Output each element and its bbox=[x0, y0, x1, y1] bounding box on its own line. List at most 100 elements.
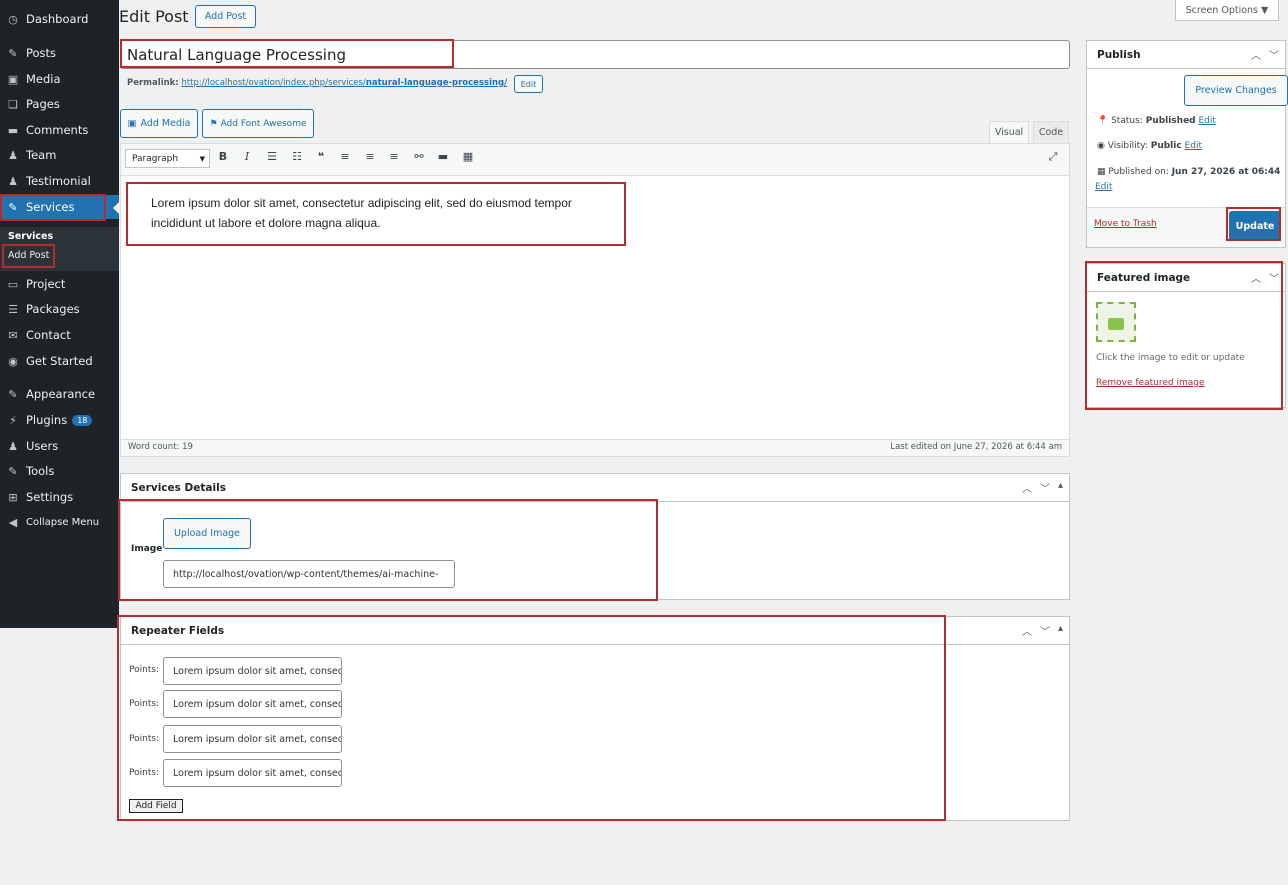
menu-label: Testimonial bbox=[26, 174, 91, 188]
repeater-header: Repeater Fields bbox=[121, 617, 1069, 645]
menu-users[interactable]: ♟ Users bbox=[0, 434, 119, 458]
menu-packages[interactable]: ☰ Packages bbox=[0, 297, 119, 321]
blockquote-icon[interactable]: ❝ bbox=[314, 150, 328, 163]
link-icon[interactable]: ⚯ bbox=[412, 150, 426, 163]
upload-image-button[interactable]: Upload Image bbox=[163, 518, 251, 549]
menu-plugins[interactable]: ⚡ Plugins 18 bbox=[0, 408, 119, 432]
image-url-input[interactable]: http://localhost/ovation/wp-content/them… bbox=[163, 560, 455, 588]
format-select[interactable]: Paragraph ▼ bbox=[125, 149, 210, 168]
services-details-header: Services Details bbox=[121, 474, 1069, 502]
menu-label: Media bbox=[26, 72, 61, 86]
permalink-base: http://localhost/ovation/index.php/servi… bbox=[181, 78, 366, 88]
arrow-up-icon[interactable]: ▴ bbox=[1058, 623, 1063, 638]
add-field-button[interactable]: Add Field bbox=[129, 799, 183, 813]
menu-collapse[interactable]: ◀ Collapse Menu bbox=[0, 510, 119, 534]
align-left-icon[interactable]: ≡ bbox=[338, 150, 352, 163]
status-value: Published bbox=[1145, 116, 1196, 126]
permalink-edit-button[interactable]: Edit bbox=[514, 75, 543, 93]
packages-icon: ☰ bbox=[8, 302, 18, 316]
menu-label: Get Started bbox=[26, 354, 93, 368]
move-to-trash-link[interactable]: Move to Trash bbox=[1094, 219, 1157, 229]
visibility-row: ◉ Visibility: Public Edit bbox=[1097, 141, 1202, 151]
menu-dashboard[interactable]: ◷ Dashboard bbox=[0, 7, 119, 31]
team-icon: ♟ bbox=[8, 148, 18, 162]
preview-changes-button[interactable]: Preview Changes bbox=[1184, 75, 1288, 106]
point-input-1[interactable]: Lorem ipsum dolor sit amet, consectetur bbox=[163, 657, 342, 685]
admin-sidebar: ◷ Dashboard ✎ Posts ▣ Media ❏ Pages ▬ Comment… bbox=[0, 0, 119, 628]
point-label: Points: bbox=[129, 768, 160, 778]
menu-get-started[interactable]: ◉ Get Started bbox=[0, 349, 119, 373]
italic-icon[interactable]: I bbox=[240, 150, 254, 163]
menu-contact[interactable]: ✉ Contact bbox=[0, 323, 119, 347]
menu-services[interactable]: ✎ Services bbox=[0, 195, 119, 219]
point-input-2[interactable]: Lorem ipsum dolor sit amet, consectetur bbox=[163, 690, 342, 718]
visibility-edit-link[interactable]: Edit bbox=[1185, 141, 1202, 151]
permalink-link[interactable]: http://localhost/ovation/index.php/servi… bbox=[181, 78, 507, 88]
numbered-list-icon[interactable]: ☷ bbox=[290, 150, 304, 163]
plugin-icon: ⚡ bbox=[9, 413, 17, 427]
screen-options-button[interactable]: Screen Options ▼ bbox=[1175, 0, 1279, 21]
toolbar-toggle-icon[interactable]: ▦ bbox=[461, 150, 475, 163]
menu-testimonial[interactable]: ♟ Testimonial bbox=[0, 169, 119, 193]
services-details-title: Services Details bbox=[131, 481, 226, 494]
status-edit-link[interactable]: Edit bbox=[1199, 116, 1216, 126]
chevron-up-icon[interactable]: ︿ bbox=[1251, 47, 1261, 62]
bullet-list-icon[interactable]: ☰ bbox=[265, 150, 279, 163]
align-right-icon[interactable]: ≡ bbox=[387, 150, 401, 163]
chevron-down-icon[interactable]: ﹀ bbox=[1040, 623, 1050, 638]
featured-image-box: Featured image ︿ ﹀ Click the image to edi… bbox=[1086, 263, 1286, 408]
menu-pages[interactable]: ❏ Pages bbox=[0, 92, 119, 116]
menu-tools[interactable]: ✎ Tools bbox=[0, 459, 119, 483]
menu-team[interactable]: ♟ Team bbox=[0, 143, 119, 167]
point-label: Points: bbox=[129, 699, 160, 709]
menu-label: Settings bbox=[26, 490, 74, 504]
add-font-awesome-button[interactable]: ⚑ Add Font Awesome bbox=[202, 109, 314, 138]
update-button[interactable]: Update bbox=[1229, 211, 1281, 241]
tab-code[interactable]: Code bbox=[1033, 121, 1069, 143]
repeater-title: Repeater Fields bbox=[131, 624, 225, 637]
editor-area: Paragraph ▼ Lorem ipsum dolor sit amet, c… bbox=[120, 143, 1070, 457]
point-input-3[interactable]: Lorem ipsum dolor sit amet, consectetur bbox=[163, 725, 342, 753]
menu-label: Appearance bbox=[26, 387, 96, 401]
dashboard-icon: ◷ bbox=[8, 12, 18, 26]
featured-image-thumbnail[interactable] bbox=[1096, 302, 1136, 342]
submenu-title[interactable]: Services bbox=[8, 231, 53, 242]
arrow-up-icon[interactable]: ▴ bbox=[1058, 480, 1063, 495]
published-edit-link[interactable]: Edit bbox=[1095, 182, 1112, 192]
chevron-down-icon[interactable]: ﹀ bbox=[1269, 270, 1279, 285]
add-post-button[interactable]: Add Post bbox=[195, 5, 256, 28]
chevron-up-icon[interactable]: ︿ bbox=[1022, 623, 1032, 638]
post-title-input[interactable]: Natural Language Processing bbox=[120, 40, 1070, 69]
publish-box: Publish ︿ ﹀ Preview Changes 📍 Status: Pub… bbox=[1086, 40, 1288, 248]
services-submenu: Services Add Post bbox=[0, 227, 119, 271]
menu-posts[interactable]: ✎ Posts bbox=[0, 41, 119, 65]
featured-title: Featured image bbox=[1097, 271, 1191, 284]
media-icon: ▣ bbox=[7, 72, 19, 86]
bold-icon[interactable]: B bbox=[216, 150, 230, 163]
menu-media[interactable]: ▣ Media bbox=[0, 67, 119, 91]
chevron-up-icon[interactable]: ︿ bbox=[1022, 480, 1032, 495]
status-label: Status: bbox=[1111, 116, 1143, 126]
menu-settings[interactable]: ⊞ Settings bbox=[0, 485, 119, 509]
settings-icon: ⊞ bbox=[8, 490, 18, 504]
menu-label: Posts bbox=[26, 46, 57, 60]
services-details-box: Services Details ︿ ﹀ ▴ Image Upload Image … bbox=[120, 473, 1070, 600]
tab-visual[interactable]: Visual bbox=[989, 121, 1029, 143]
status-row: 📍 Status: Published Edit bbox=[1097, 116, 1216, 126]
add-media-button[interactable]: ▣ Add Media bbox=[120, 109, 198, 138]
chevron-down-icon[interactable]: ﹀ bbox=[1040, 480, 1050, 495]
fullscreen-icon[interactable]: ⤢ bbox=[1046, 150, 1060, 164]
users-icon: ♟ bbox=[8, 439, 18, 453]
menu-project[interactable]: ▭ Project bbox=[0, 272, 119, 296]
chevron-down-icon[interactable]: ﹀ bbox=[1269, 47, 1279, 62]
current-menu-arrow bbox=[113, 202, 119, 214]
point-input-4[interactable]: Lorem ipsum dolor sit amet, consectetur bbox=[163, 759, 342, 787]
menu-appearance[interactable]: ✎ Appearance bbox=[0, 382, 119, 406]
read-more-icon[interactable]: ▬ bbox=[436, 150, 450, 163]
remove-featured-image-link[interactable]: Remove featured image bbox=[1096, 378, 1204, 388]
editor-content[interactable]: Lorem ipsum dolor sit amet, consectetur … bbox=[126, 188, 1068, 438]
menu-comments[interactable]: ▬ Comments bbox=[0, 118, 119, 142]
submenu-add-post[interactable]: Add Post bbox=[8, 250, 49, 261]
align-center-icon[interactable]: ≡ bbox=[363, 150, 377, 163]
chevron-up-icon[interactable]: ︿ bbox=[1251, 270, 1261, 285]
